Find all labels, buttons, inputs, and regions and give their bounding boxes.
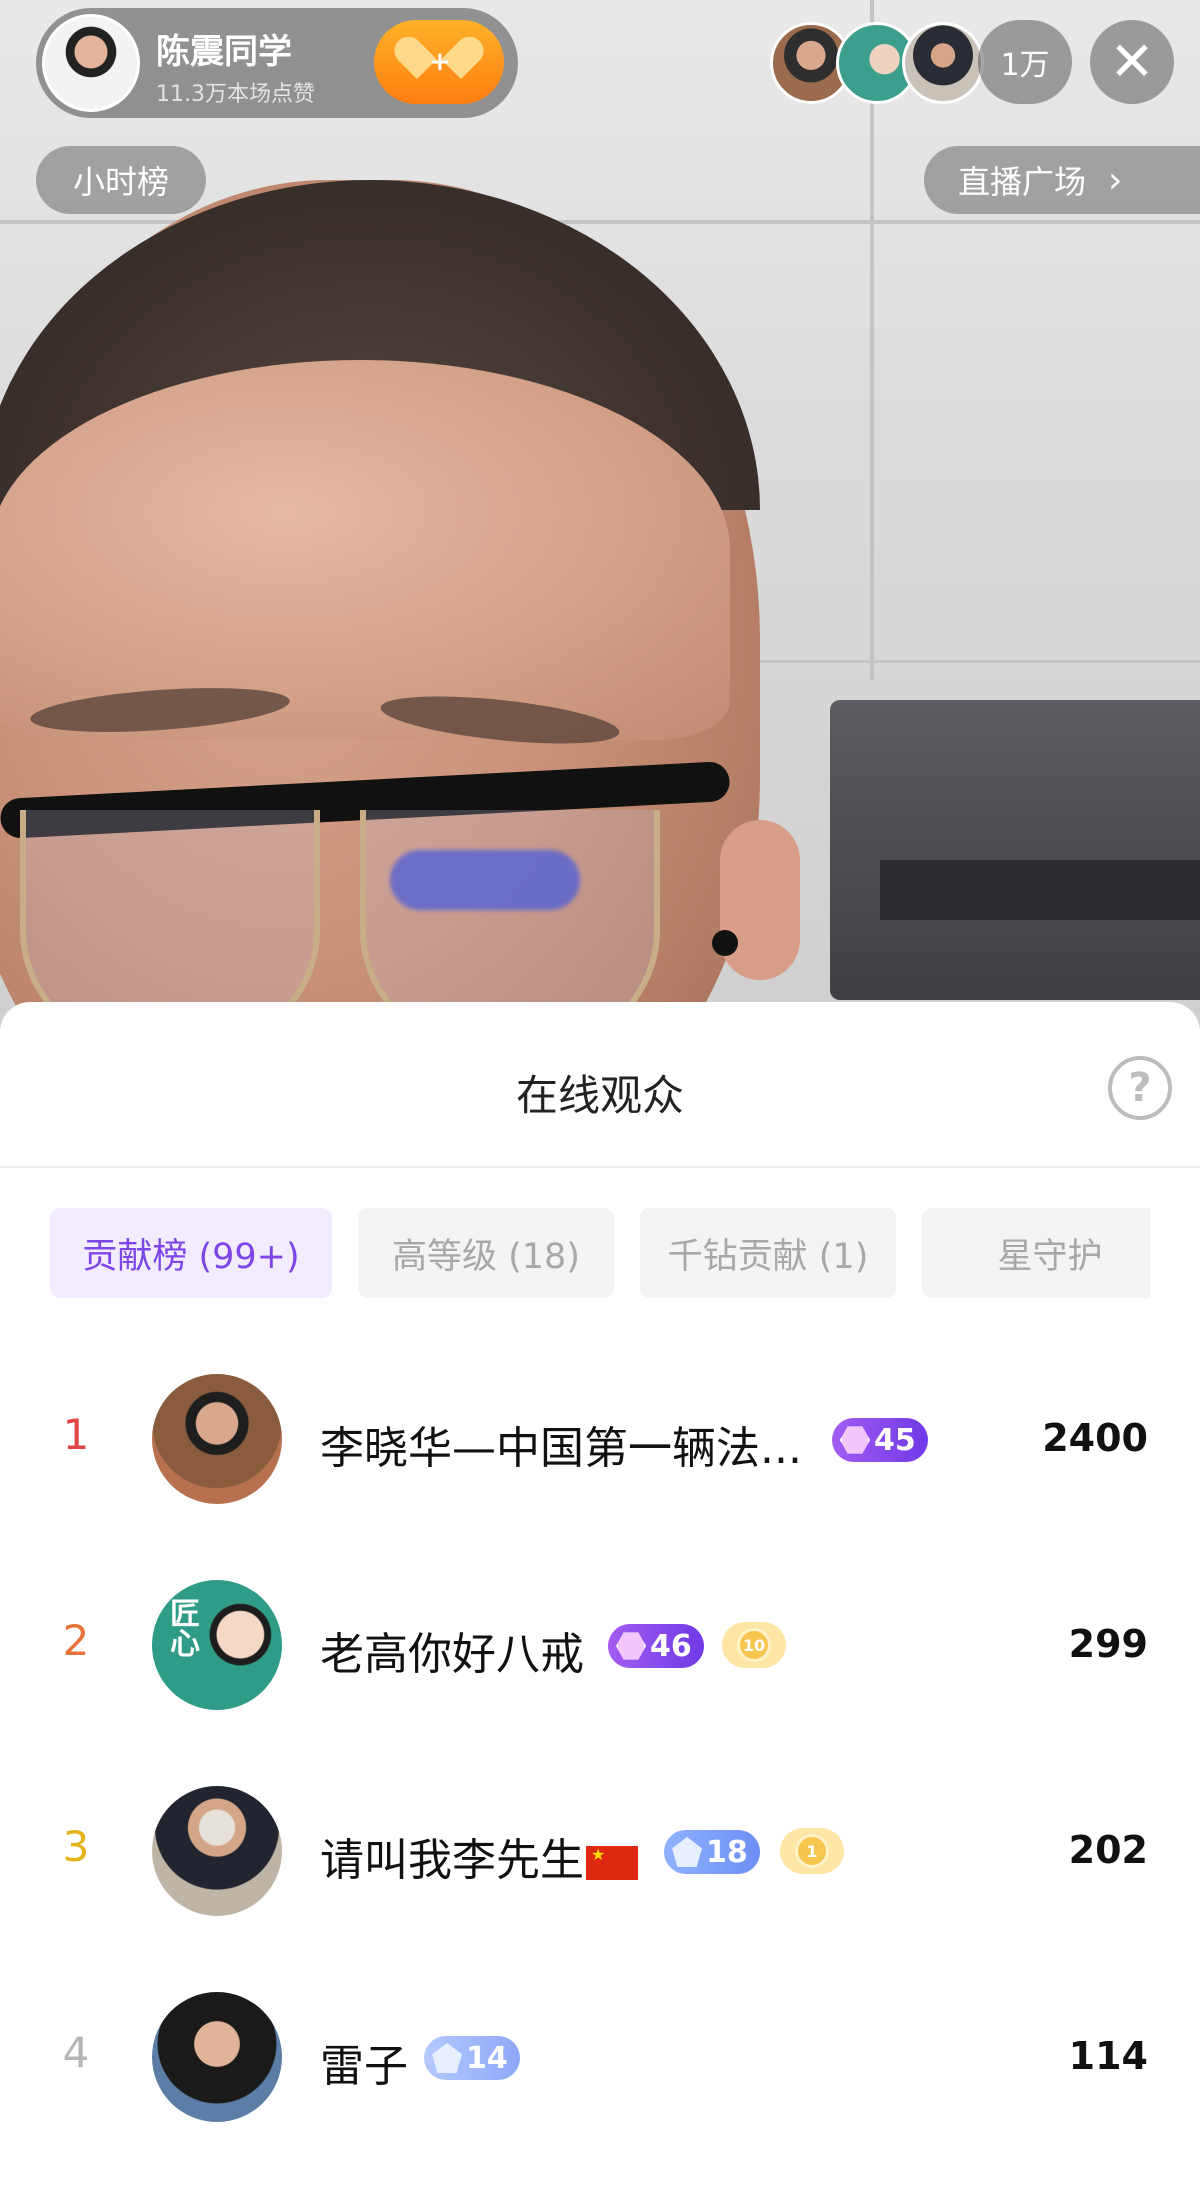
- level-value: 46: [650, 1628, 692, 1664]
- rank-number: 1: [62, 1410, 90, 1459]
- live-square-label: 直播广场: [958, 163, 1087, 201]
- list-item[interactable]: 2 匠心 老高你好八戒 46 10 299: [0, 1580, 1200, 1710]
- avatar[interactable]: [152, 1374, 282, 1504]
- help-icon[interactable]: ?: [1108, 1056, 1172, 1120]
- level-value: 45: [874, 1422, 916, 1458]
- close-icon[interactable]: ✕: [1090, 20, 1174, 104]
- list-item[interactable]: 3 请叫我李先生 18 1 202: [0, 1786, 1200, 1916]
- rank-number: 2: [62, 1616, 90, 1665]
- host-name[interactable]: 陈震同学: [156, 24, 292, 73]
- fan-club-badge: 10: [722, 1622, 786, 1668]
- contribution-score: 299: [1068, 1622, 1148, 1666]
- list-item[interactable]: 1 李晓华—中国第一辆法... 45 2400: [0, 1374, 1200, 1504]
- hour-rank-button[interactable]: 小时榜: [36, 146, 206, 214]
- rank-number: 3: [62, 1822, 90, 1871]
- fan-level-value: 1: [795, 1834, 829, 1868]
- user-name-wrapper: 请叫我李先生: [320, 1824, 638, 1888]
- host-avatar[interactable]: [42, 14, 140, 112]
- china-flag-icon: [586, 1846, 638, 1880]
- list-item[interactable]: 4 雷子 14 114: [0, 1992, 1200, 2122]
- avatar[interactable]: 匠心: [152, 1580, 282, 1710]
- user-name: 老高你好八戒: [320, 1629, 584, 1680]
- level-value: 18: [706, 1834, 748, 1870]
- pentagon-gem-icon: [432, 2043, 462, 2073]
- tab-star-guard[interactable]: 星守护: [922, 1208, 1150, 1298]
- user-name: 雷子: [320, 2041, 408, 2092]
- earpiece: [712, 930, 738, 956]
- host-likes-count: 11.3万本场点赞: [156, 82, 315, 107]
- viewer-count-button[interactable]: 1万: [978, 20, 1072, 104]
- fan-club-badge: 1: [780, 1828, 844, 1874]
- contribution-score: 202: [1068, 1828, 1148, 1872]
- avatar-artwork: 匠心: [170, 1597, 200, 1662]
- hexagon-gem-icon: [840, 1426, 870, 1454]
- streamer-forehead: [0, 360, 730, 740]
- hexagon-gem-icon: [616, 1632, 646, 1660]
- printer-slot: [880, 860, 1200, 920]
- background-printer: [830, 700, 1200, 1000]
- streamer-ear: [720, 820, 800, 980]
- level-badge: 18: [664, 1830, 760, 1874]
- lens-reflection: [390, 850, 580, 910]
- plus-icon: +: [429, 47, 451, 77]
- rank-number: 4: [62, 2028, 90, 2077]
- follow-button[interactable]: +: [374, 20, 504, 104]
- panel-title: 在线观众: [515, 1071, 684, 1120]
- audience-tabs: 贡献榜 (99+) 高等级 (18) 千钻贡献 (1) 星守护: [50, 1208, 1150, 1298]
- avatar[interactable]: [152, 1786, 282, 1916]
- level-value: 14: [466, 2040, 508, 2076]
- tab-diamond-contribution[interactable]: 千钻贡献 (1): [640, 1208, 896, 1298]
- divider: [0, 1166, 1200, 1168]
- user-name: 请叫我李先生: [320, 1835, 584, 1886]
- online-audience-panel: 在线观众 ? 贡献榜 (99+) 高等级 (18) 千钻贡献 (1) 星守护 1…: [0, 1002, 1200, 2186]
- level-badge: 14: [424, 2036, 520, 2080]
- avatar[interactable]: [152, 1992, 282, 2122]
- contribution-score: 2400: [1042, 1416, 1148, 1460]
- pentagon-gem-icon: [672, 1837, 702, 1867]
- level-badge: 45: [832, 1418, 928, 1462]
- user-name: 李晓华—中国第一辆法...: [320, 1423, 802, 1474]
- top-viewer-avatar-3[interactable]: [902, 22, 984, 104]
- contribution-score: 114: [1068, 2034, 1148, 2078]
- chevron-right-icon: ›: [1108, 159, 1123, 201]
- fan-level-value: 10: [737, 1628, 771, 1662]
- heart-plus-icon: +: [413, 39, 465, 85]
- live-square-button[interactable]: 直播广场 ›: [924, 146, 1200, 214]
- level-badge: 46: [608, 1624, 704, 1668]
- tab-contribution[interactable]: 贡献榜 (99+): [50, 1208, 332, 1298]
- tab-high-level[interactable]: 高等级 (18): [358, 1208, 614, 1298]
